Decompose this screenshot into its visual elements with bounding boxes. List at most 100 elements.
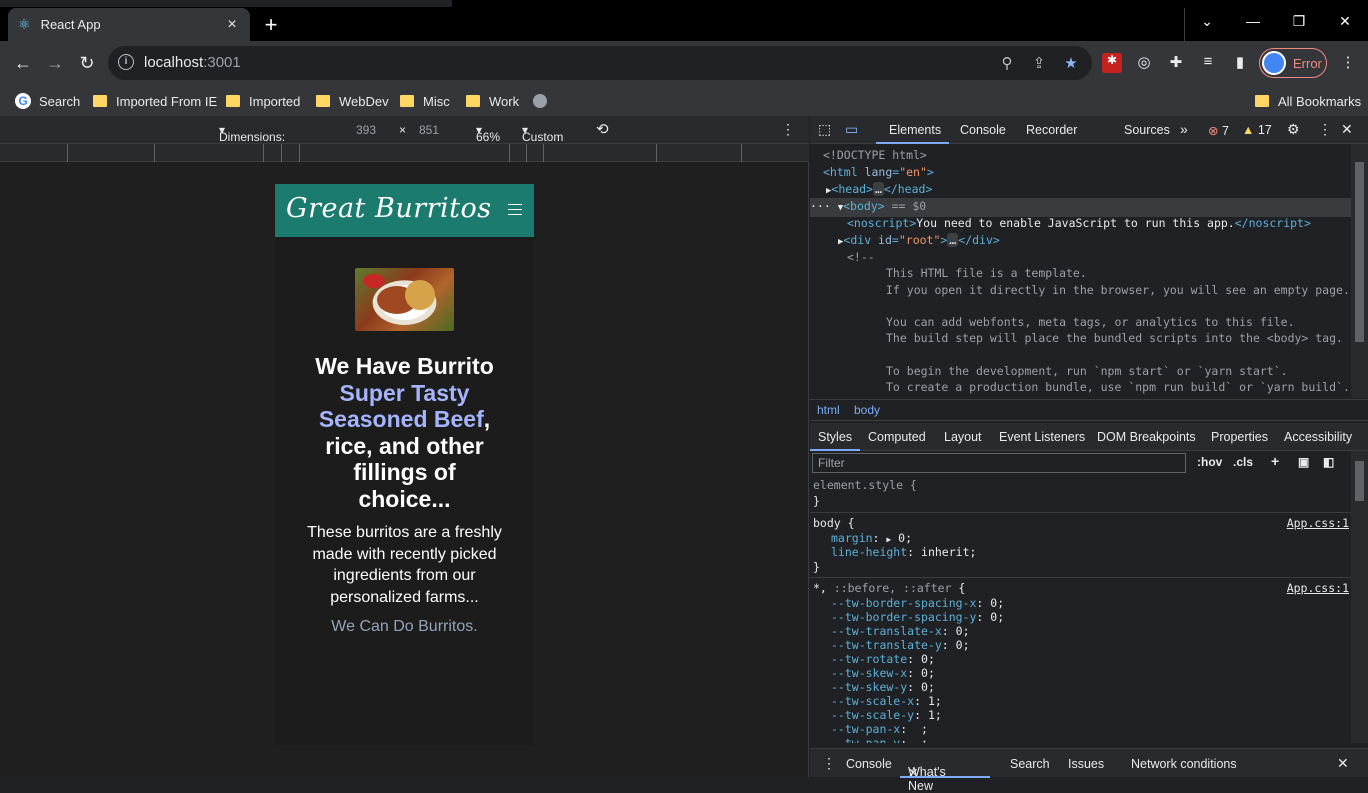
- more-tabs-icon[interactable]: »: [1180, 121, 1188, 137]
- device-toggle-icon[interactable]: ▭: [845, 121, 858, 138]
- side-panel-icon[interactable]: ▮: [1230, 53, 1250, 73]
- close-drawer-icon[interactable]: ✕: [1337, 755, 1349, 772]
- close-devtools-icon[interactable]: ✕: [1341, 121, 1353, 138]
- tab-elements[interactable]: Elements: [889, 123, 941, 137]
- hamburger-menu-icon[interactable]: [508, 204, 522, 215]
- style-prop[interactable]: --tw-skew-x: 0;: [831, 666, 935, 680]
- bookmark-work[interactable]: Work: [466, 89, 519, 113]
- close-tab-icon[interactable]: ×: [224, 16, 240, 34]
- devtools-menu-icon[interactable]: ⋮: [1318, 121, 1332, 138]
- style-prop[interactable]: line-height: inherit;: [831, 545, 976, 559]
- browser-tab[interactable]: ⚛ React App ×: [8, 8, 250, 41]
- width-input[interactable]: 393: [356, 123, 376, 137]
- style-prop[interactable]: --tw-scale-x: 1;: [831, 694, 942, 708]
- site-info-icon[interactable]: i: [118, 54, 134, 70]
- extension-icon[interactable]: ✱: [1102, 53, 1122, 73]
- breadcrumb-html[interactable]: html: [817, 403, 840, 417]
- tab-sources[interactable]: Sources: [1124, 123, 1170, 137]
- throttle-select[interactable]: Custom ▾: [522, 123, 563, 144]
- hero-description: These burritos are a freshly made with r…: [307, 524, 502, 606]
- style-prop[interactable]: --tw-rotate: 0;: [831, 652, 935, 666]
- height-input[interactable]: 851: [419, 123, 439, 137]
- share-icon[interactable]: ⇪: [1030, 54, 1048, 72]
- forward-icon[interactable]: →: [43, 51, 67, 75]
- tab-layout[interactable]: Layout: [944, 430, 982, 444]
- menu-kebab-icon[interactable]: ⋮: [1338, 53, 1358, 73]
- bookmark-misc[interactable]: Misc: [400, 89, 450, 113]
- hov-toggle[interactable]: :hov: [1197, 455, 1222, 469]
- tab-accessibility[interactable]: Accessibility: [1284, 430, 1352, 444]
- inspect-element-icon[interactable]: ⬚: [818, 121, 831, 138]
- bookmark-star-icon[interactable]: ★: [1062, 54, 1080, 72]
- zoom-select[interactable]: 66% ▾: [476, 123, 500, 144]
- restore-button[interactable]: ❐: [1276, 5, 1322, 37]
- bookmark-webdev[interactable]: WebDev: [316, 89, 389, 113]
- universal-rule-selector[interactable]: *, ::before, ::after {: [813, 581, 965, 595]
- doctype-line[interactable]: <!DOCTYPE html>: [823, 147, 927, 164]
- style-prop[interactable]: --tw-translate-y: 0;: [831, 638, 970, 652]
- style-prop[interactable]: --tw-pan-x: ;: [831, 722, 928, 736]
- tab-search-icon[interactable]: ⌄: [1184, 5, 1230, 37]
- tab-styles[interactable]: Styles: [818, 430, 852, 444]
- universal-rule-source[interactable]: App.css:1: [1287, 581, 1349, 595]
- drawer-tab-issues[interactable]: Issues: [1068, 757, 1104, 771]
- rotate-icon[interactable]: ⟲: [596, 120, 609, 138]
- noscript-line[interactable]: <noscript>You need to enable JavaScript …: [847, 215, 1311, 232]
- tab-dom-breakpoints[interactable]: DOM Breakpoints: [1097, 430, 1196, 444]
- bookmark-imported-from-ie[interactable]: Imported From IE: [93, 89, 217, 113]
- drawer-tab-search[interactable]: Search: [1010, 757, 1050, 771]
- body-rule-source[interactable]: App.css:1: [1287, 516, 1349, 530]
- minimize-button[interactable]: —: [1230, 5, 1276, 37]
- styles-filter-input[interactable]: Filter: [812, 453, 1186, 473]
- address-bar[interactable]: i localhost:3001 ⚲ ⇪ ★: [108, 46, 1092, 80]
- styles-pane[interactable]: element.style { } body { App.css:1 margi…: [810, 476, 1351, 743]
- dom-tree[interactable]: <!DOCTYPE html> <html lang="en"> ▶<head>…: [810, 144, 1351, 398]
- tab-console[interactable]: Console: [960, 123, 1006, 137]
- bookmark-imported[interactable]: Imported: [226, 89, 300, 113]
- zoom-icon[interactable]: ⚲: [998, 54, 1016, 72]
- drawer-tab-console[interactable]: Console: [846, 757, 892, 771]
- brand-logo[interactable]: Great Burritos: [286, 193, 492, 224]
- tab-recorder[interactable]: Recorder: [1026, 123, 1077, 137]
- back-icon[interactable]: ←: [11, 51, 35, 75]
- drawer-menu-icon[interactable]: ⋮: [822, 755, 836, 772]
- style-prop[interactable]: --tw-border-spacing-x: 0;: [831, 596, 1004, 610]
- style-prop[interactable]: --tw-skew-y: 0;: [831, 680, 935, 694]
- cls-toggle[interactable]: .cls: [1233, 455, 1253, 469]
- profile-button[interactable]: Error: [1259, 48, 1327, 78]
- dimensions-select[interactable]: Dimensions: Pixel 5 ▾: [219, 123, 285, 158]
- drawer-tab-network-conditions[interactable]: Network conditions: [1131, 757, 1237, 771]
- comment-open[interactable]: <!--: [847, 249, 875, 266]
- error-count[interactable]: ⊗ 7: [1208, 123, 1229, 138]
- style-prop[interactable]: --tw-scale-y: 1;: [831, 708, 942, 722]
- style-prop[interactable]: --tw-pan-y: ;: [831, 736, 928, 743]
- breadcrumb-body[interactable]: body: [854, 403, 880, 417]
- settings-gear-icon[interactable]: ⚙: [1287, 121, 1300, 138]
- new-tab-button[interactable]: +: [258, 12, 284, 38]
- warning-count[interactable]: ▲ 17: [1242, 123, 1272, 137]
- html-line[interactable]: <html lang="en">: [823, 164, 934, 181]
- style-prop[interactable]: --tw-border-spacing-y: 0;: [831, 610, 1004, 624]
- bookmark-globe[interactable]: [533, 89, 547, 113]
- device-options-icon[interactable]: ⋮: [781, 121, 795, 138]
- dom-scrollbar[interactable]: [1351, 144, 1368, 398]
- styles-scrollbar[interactable]: [1351, 451, 1368, 743]
- extensions-puzzle-icon[interactable]: ✚: [1166, 53, 1186, 73]
- paint-icon[interactable]: ▣: [1298, 455, 1309, 469]
- tab-computed[interactable]: Computed: [868, 430, 926, 444]
- media-query-ruler[interactable]: [0, 144, 809, 162]
- tab-event-listeners[interactable]: Event Listeners: [999, 430, 1085, 444]
- toggle-sidebar-icon[interactable]: ◧: [1323, 455, 1334, 469]
- url-text[interactable]: localhost:3001: [144, 54, 241, 71]
- media-queue-icon[interactable]: ≡: [1198, 53, 1218, 73]
- new-rule-icon[interactable]: +: [1271, 453, 1279, 469]
- target-icon[interactable]: ◎: [1134, 53, 1154, 73]
- style-prop[interactable]: --tw-translate-x: 0;: [831, 624, 970, 638]
- tab-properties[interactable]: Properties: [1211, 430, 1268, 444]
- element-style-selector[interactable]: element.style {: [813, 478, 917, 492]
- all-bookmarks[interactable]: All Bookmarks: [1255, 89, 1361, 113]
- bookmark-search[interactable]: G Search: [15, 89, 80, 113]
- reload-icon[interactable]: ↻: [75, 51, 99, 75]
- body-rule-selector[interactable]: body {: [813, 516, 855, 530]
- close-window-button[interactable]: ✕: [1322, 5, 1368, 37]
